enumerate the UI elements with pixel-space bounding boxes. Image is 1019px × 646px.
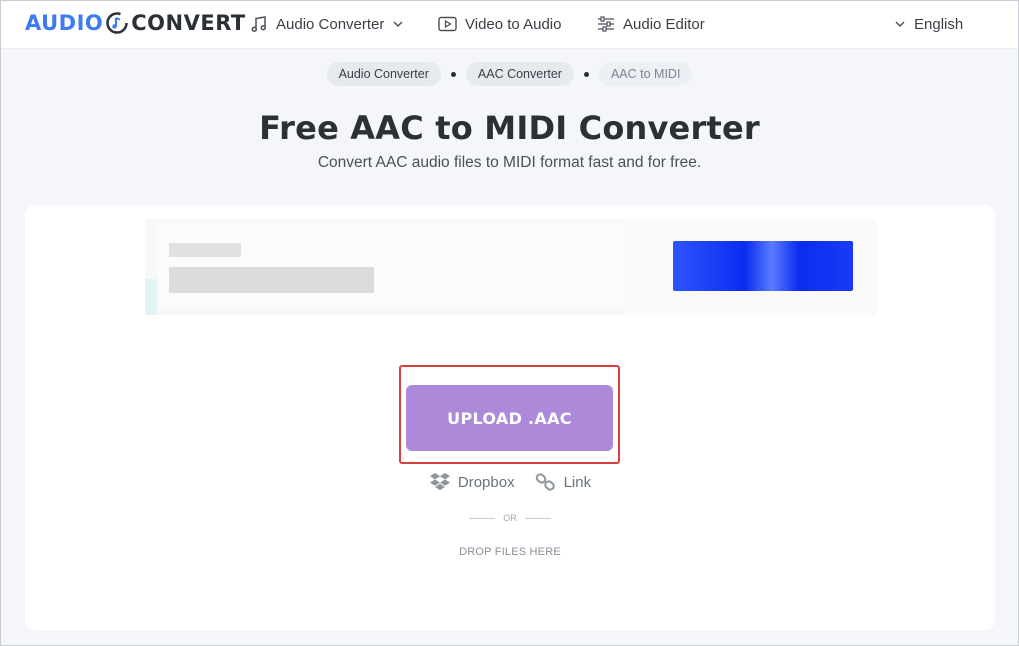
breadcrumb-aac-converter[interactable]: AAC Converter (465, 62, 574, 86)
or-label: OR (503, 513, 517, 523)
or-divider: OR (25, 513, 995, 523)
ad-banner[interactable] (145, 219, 877, 315)
logo-mark-icon (106, 12, 129, 34)
logo-text-audio: AUDIO (25, 11, 104, 35)
dropbox-source[interactable]: Dropbox (429, 472, 515, 492)
page-title: Free AAC to MIDI Converter (259, 109, 760, 147)
music-note-icon (251, 16, 267, 32)
site-logo[interactable]: AUDIO CONVERT (25, 11, 246, 35)
sliders-icon (598, 16, 614, 32)
link-label: Link (563, 473, 592, 491)
upload-sources: Dropbox Link (25, 472, 995, 492)
breadcrumb-audio-converter[interactable]: Audio Converter (326, 62, 441, 86)
nav-label: Audio Converter (276, 15, 385, 33)
dropbox-label: Dropbox (457, 473, 515, 491)
nav-audio-editor[interactable]: Audio Editor (597, 13, 705, 35)
page-subtitle: Convert AAC audio files to MIDI format f… (317, 154, 702, 171)
language-label: English (914, 15, 964, 33)
play-icon (438, 16, 457, 32)
divider-line (469, 517, 496, 519)
ad-cta-area (625, 219, 877, 315)
dropbox-icon (429, 473, 450, 491)
upload-aac-button[interactable]: UPLOAD .AAC (406, 385, 613, 451)
nav-video-to-audio[interactable]: Video to Audio (438, 13, 561, 35)
link-source[interactable]: Link (535, 472, 592, 492)
ad-cta-button[interactable] (673, 241, 853, 291)
breadcrumb-separator (450, 71, 456, 77)
ad-blurred-line (169, 243, 241, 257)
chevron-down-icon (895, 21, 905, 27)
breadcrumb: Audio Converter AAC Converter AAC to MID… (1, 62, 1018, 86)
chevron-down-icon (393, 21, 403, 27)
nav-audio-converter[interactable]: Audio Converter (250, 13, 404, 35)
logo-text-convert: CONVERT (131, 11, 246, 35)
ad-blurred-line (169, 267, 374, 293)
upload-card: UPLOAD .AAC Dropbox Link OR DROP FILES H… (25, 205, 995, 630)
ad-accent-strip (145, 279, 157, 315)
drop-zone-label: DROP FILES HERE (459, 546, 561, 558)
breadcrumb-current: AAC to MIDI (598, 62, 693, 86)
ad-text-block (157, 225, 627, 309)
nav-label: Video to Audio (465, 15, 562, 33)
divider-line (524, 517, 551, 519)
link-icon (535, 473, 555, 491)
language-selector[interactable]: English (894, 13, 963, 35)
breadcrumb-separator (583, 71, 589, 77)
nav-label: Audio Editor (623, 15, 705, 33)
top-navbar: AUDIO CONVERT Audio Converter Video to A… (1, 1, 1018, 49)
